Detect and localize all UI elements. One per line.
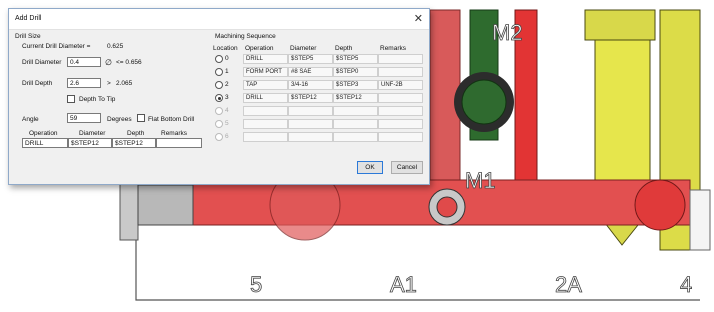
ms-diameter-cell[interactable]: $STEP12 <box>288 93 333 103</box>
ms-location: 1 <box>225 68 229 75</box>
ms-operation-cell[interactable]: TAP <box>243 80 288 90</box>
depth-to-tip-label: Depth To Tip <box>79 96 116 103</box>
ms-diameter-cell[interactable]: #8 SAE <box>288 67 333 77</box>
ms-location: 3 <box>225 94 229 101</box>
cancel-button[interactable]: Cancel <box>391 161 423 174</box>
ms-diameter-cell[interactable]: $STEP5 <box>288 54 333 64</box>
ms-row: 6 <box>213 131 423 143</box>
ms-row[interactable]: 1 FORM PORT #8 SAE $STEP0 <box>213 66 423 78</box>
add-drill-dialog: Add Drill ✕ Drill Size Current Drill Dia… <box>8 8 430 185</box>
cad-label-4: 4 <box>680 272 692 297</box>
ms-depth-cell <box>333 106 378 116</box>
drill-depth-label: Drill Depth <box>22 80 53 87</box>
drill-depth-input[interactable]: 2.6 <box>67 78 101 88</box>
ms-remarks-cell <box>378 106 423 116</box>
ms-row: 5 <box>213 118 423 130</box>
ok-button[interactable]: OK <box>357 161 383 174</box>
ms-remarks-cell[interactable]: UNF-2B <box>378 80 423 90</box>
op-header-operation: Operation <box>29 130 58 137</box>
ms-operation-cell[interactable]: DRILL <box>243 93 288 103</box>
current-diameter-value: 0.625 <box>107 43 124 50</box>
diameter-limit: <= 0.656 <box>116 59 142 66</box>
op-header-remarks: Remarks <box>161 130 188 137</box>
ms-diameter-cell <box>288 106 333 116</box>
op-depth-field[interactable]: $STEP12 <box>112 138 156 148</box>
ms-depth-cell <box>333 119 378 129</box>
ms-remarks-cell <box>378 119 423 129</box>
op-remarks-field[interactable] <box>156 138 202 148</box>
ms-radio <box>215 107 223 115</box>
ms-row[interactable]: 0 DRILL $STEP5 $STEP5 <box>213 53 423 65</box>
ms-row-selected[interactable]: 3 DRILL $STEP12 $STEP12 <box>213 92 423 104</box>
ms-depth-cell <box>333 132 378 142</box>
current-diameter-label: Current Drill Diameter = <box>22 43 91 50</box>
ms-header-depth: Depth <box>335 45 353 52</box>
ms-header-remarks: Remarks <box>380 45 407 52</box>
cad-label-m1: M1 <box>465 168 496 193</box>
machining-group-label: Machining Sequence <box>215 33 276 40</box>
ms-radio <box>215 133 223 141</box>
flat-bottom-drill-label: Flat Bottom Drill <box>148 116 195 123</box>
drill-diameter-input[interactable]: 0.4 <box>67 57 101 67</box>
ms-depth-cell[interactable]: $STEP5 <box>333 54 378 64</box>
ms-radio <box>215 120 223 128</box>
greater-than-icon: > <box>107 80 111 87</box>
angle-input[interactable]: 59 <box>67 113 101 123</box>
ms-operation-cell[interactable]: DRILL <box>243 54 288 64</box>
ms-diameter-cell[interactable]: 3/4-16 <box>288 80 333 90</box>
op-header-depth: Depth <box>127 130 145 137</box>
ms-location: 0 <box>225 55 229 62</box>
cad-label-5: 5 <box>250 272 262 297</box>
ms-header-location: Location <box>213 45 238 52</box>
ms-radio[interactable] <box>215 81 223 89</box>
flat-bottom-drill-checkbox[interactable] <box>137 114 145 122</box>
ms-remarks-cell[interactable] <box>378 93 423 103</box>
op-diameter-field[interactable]: $STEP12 <box>68 138 112 148</box>
depth-to-tip-checkbox[interactable] <box>67 95 75 103</box>
ms-operation-cell <box>243 106 288 116</box>
close-icon[interactable]: ✕ <box>414 12 423 25</box>
ms-location: 5 <box>225 120 229 127</box>
ms-row[interactable]: 2 TAP 3/4-16 $STEP3 UNF-2B <box>213 79 423 91</box>
op-operation-field[interactable]: DRILL <box>22 138 68 148</box>
depth-limit: 2.065 <box>116 80 133 87</box>
ms-depth-cell[interactable]: $STEP12 <box>333 93 378 103</box>
ms-radio-selected[interactable] <box>215 94 223 102</box>
ms-header-diameter: Diameter <box>290 45 317 52</box>
angle-label: Angle <box>22 116 39 123</box>
ms-operation-cell[interactable]: FORM PORT <box>243 67 288 77</box>
diameter-symbol-icon: ∅ <box>105 58 112 67</box>
machining-sequence-table: 0 DRILL $STEP5 $STEP5 1 FORM PORT #8 SAE… <box>213 53 425 149</box>
op-header-diameter: Diameter <box>79 130 106 137</box>
ms-header-operation: Operation <box>245 45 274 52</box>
ms-remarks-cell <box>378 132 423 142</box>
ms-remarks-cell[interactable] <box>378 67 423 77</box>
degrees-label: Degrees <box>107 116 132 123</box>
ms-location: 4 <box>225 107 229 114</box>
ms-radio[interactable] <box>215 68 223 76</box>
drill-diameter-label: Drill Diameter <box>22 59 62 66</box>
drill-size-group-label: Drill Size <box>15 33 41 40</box>
ms-diameter-cell <box>288 119 333 129</box>
ms-remarks-cell[interactable] <box>378 54 423 64</box>
dialog-titlebar[interactable]: Add Drill ✕ <box>9 9 429 30</box>
ms-diameter-cell <box>288 132 333 142</box>
ms-depth-cell[interactable]: $STEP3 <box>333 80 378 90</box>
ms-operation-cell <box>243 132 288 142</box>
cad-label-a1: A1 <box>390 272 417 297</box>
cad-label-m2: M2 <box>492 20 523 45</box>
cad-label-2a: 2A <box>555 272 582 297</box>
ms-location: 2 <box>225 81 229 88</box>
ms-depth-cell[interactable]: $STEP0 <box>333 67 378 77</box>
ms-radio[interactable] <box>215 55 223 63</box>
ms-row: 4 <box>213 105 423 117</box>
ms-location: 6 <box>225 133 229 140</box>
dialog-title: Add Drill <box>15 15 42 22</box>
ms-operation-cell <box>243 119 288 129</box>
